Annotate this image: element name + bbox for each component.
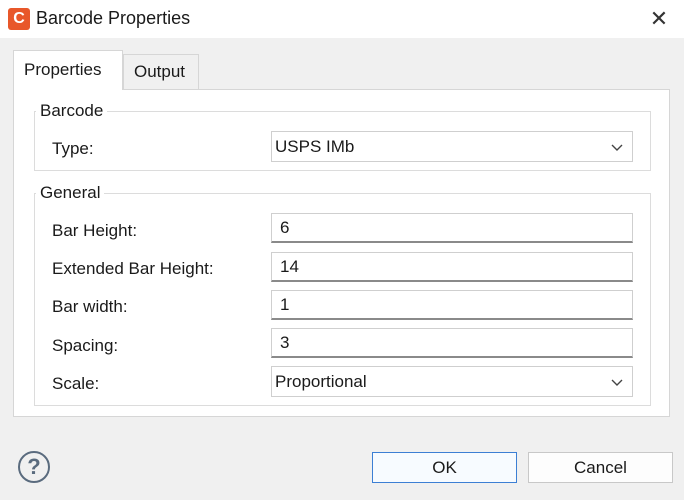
window-title: Barcode Properties xyxy=(36,8,191,28)
bar-width-input[interactable] xyxy=(271,290,633,320)
close-icon[interactable]: ✕ xyxy=(644,4,674,34)
spacing-label: Spacing: xyxy=(52,336,119,355)
chevron-down-icon xyxy=(611,379,623,386)
help-icon[interactable]: ? xyxy=(18,451,50,483)
ok-button[interactable]: OK xyxy=(372,452,517,483)
app-logo-icon: C xyxy=(8,8,30,30)
type-select[interactable]: USPS IMb xyxy=(271,131,633,162)
type-label: Type: xyxy=(52,139,94,158)
general-group-title: General xyxy=(36,183,105,203)
spacing-input[interactable] xyxy=(271,328,633,358)
bar-height-label: Bar Height: xyxy=(52,221,138,240)
scale-select-value: Proportional xyxy=(275,372,367,391)
barcode-group-title: Barcode xyxy=(36,101,108,121)
extended-bar-height-input[interactable] xyxy=(271,252,633,282)
bar-height-input[interactable] xyxy=(271,213,633,243)
tab-properties[interactable]: Properties xyxy=(13,50,123,90)
type-select-value: USPS IMb xyxy=(275,137,355,156)
tab-output[interactable]: Output xyxy=(123,54,199,90)
scale-select[interactable]: Proportional xyxy=(271,366,633,397)
chevron-down-icon xyxy=(611,144,623,151)
bar-width-label: Bar width: xyxy=(52,297,128,316)
title-bar: C Barcode Properties ✕ xyxy=(0,0,684,38)
cancel-button[interactable]: Cancel xyxy=(528,452,673,483)
scale-label: Scale: xyxy=(52,374,100,393)
extended-bar-height-label: Extended Bar Height: xyxy=(52,259,214,278)
